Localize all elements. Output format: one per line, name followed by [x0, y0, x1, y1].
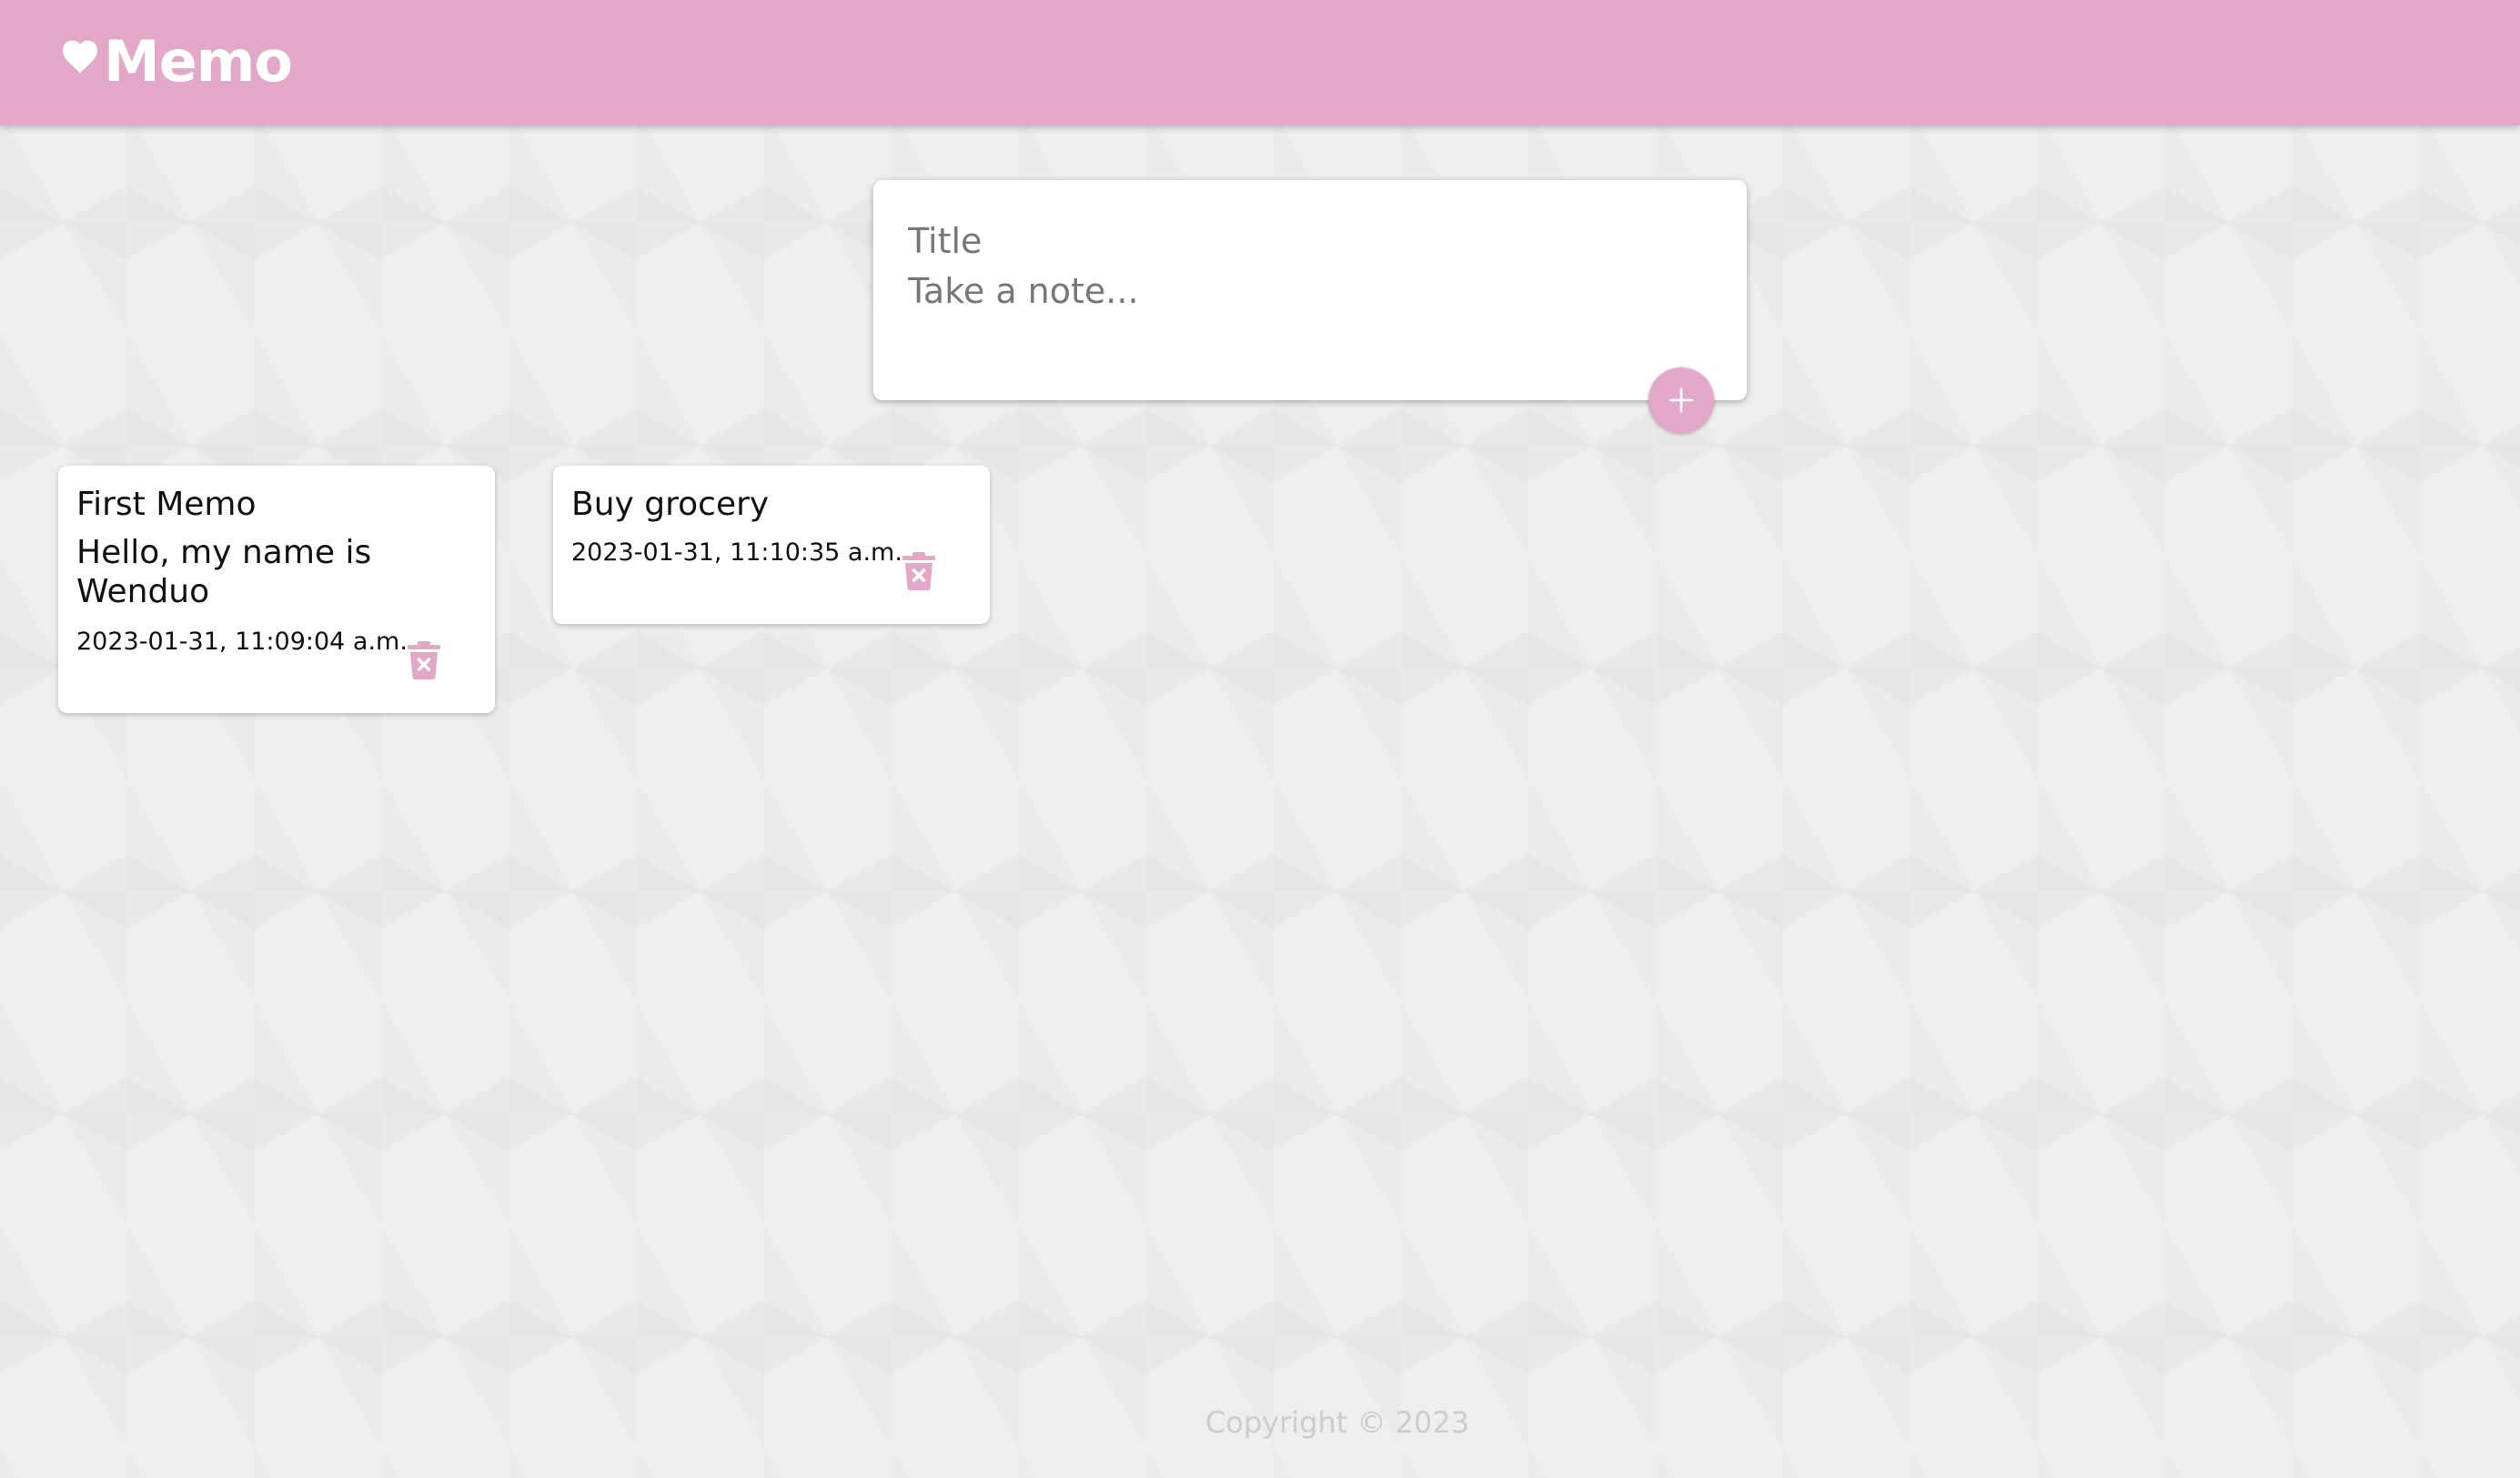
trash-x-icon [902, 552, 935, 590]
app-brand: Memo [60, 20, 293, 102]
note-card: Buy grocery 2023-01-31, 11:10:35 a.m. [553, 466, 990, 624]
note-content-input[interactable] [908, 271, 1709, 344]
note-title: Buy grocery [571, 486, 770, 523]
create-note-form [873, 180, 1747, 400]
delete-note-button[interactable] [406, 640, 442, 680]
note-date: 2023-01-31, 11:09:04 a.m. [76, 628, 408, 656]
add-note-button[interactable] [1648, 367, 1714, 433]
note-date: 2023-01-31, 11:10:35 a.m. [571, 538, 902, 567]
plus-icon [1668, 387, 1694, 413]
note-title: First Memo [76, 486, 257, 523]
note-content: Hello, my name is Wenduo [76, 534, 372, 610]
heart-icon [62, 40, 98, 74]
copyright-text: Copyright © 2023 [1205, 1405, 1470, 1440]
footer: Copyright © 2023 [0, 1405, 2520, 1440]
delete-note-button[interactable] [901, 551, 937, 591]
note-card: First Memo Hello, my name is Wenduo 2023… [58, 466, 495, 713]
note-title-input[interactable] [908, 215, 1709, 267]
app-header: Memo [0, 0, 2520, 126]
app-title: Memo [104, 27, 293, 95]
trash-x-icon [408, 641, 440, 679]
